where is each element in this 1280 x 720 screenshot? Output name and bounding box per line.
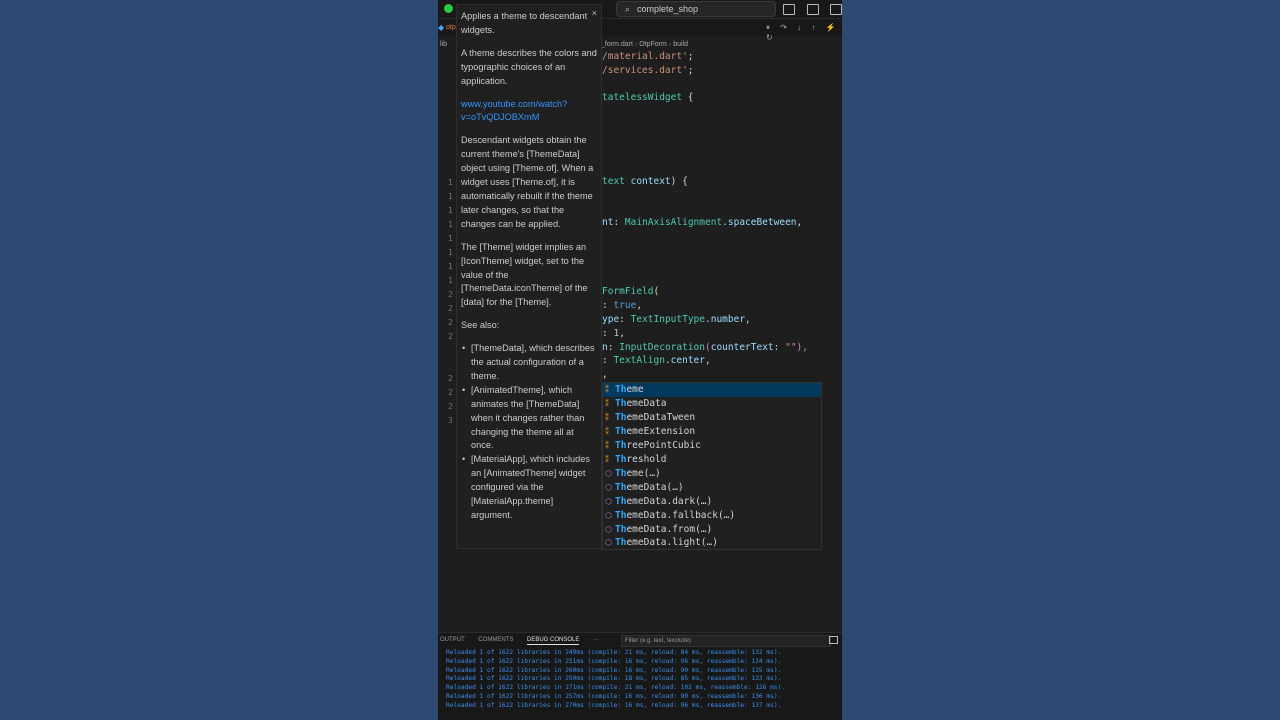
doc-paragraph: A theme describes the colors and typogra… <box>461 47 597 86</box>
line-number: 1 <box>448 220 453 229</box>
code-line: tatelessWidget { <box>602 92 694 103</box>
suggestion-item[interactable]: ⬡ ThemeData.from(…) <box>603 523 821 537</box>
breadcrumb-lib[interactable]: lib <box>440 41 447 48</box>
search-icon: ⌕ <box>625 4 631 14</box>
list-item: [AnimatedTheme], which animates the [The… <box>462 384 597 454</box>
method-icon: ⬡ <box>605 497 612 506</box>
code-line: /material.dart'; <box>602 51 694 62</box>
toggle-secondary-sidebar-icon[interactable] <box>830 4 842 15</box>
suggestion-item[interactable]: ⬡ ThemeData.dark(…) <box>603 495 821 509</box>
line-number: 1 <box>448 178 453 187</box>
class-icon: ⁑ <box>605 427 609 436</box>
log-line: Reloaded 1 of 1622 libraries in 250ms (c… <box>446 675 782 683</box>
layout-controls <box>776 2 842 15</box>
class-icon: ⁑ <box>605 455 609 464</box>
panel-more-icon[interactable]: ··· <box>593 637 599 643</box>
code-line: nt: MainAxisAlignment.spaceBetween, <box>602 217 803 228</box>
suggestion-item[interactable]: ⁑ Theme <box>603 383 821 397</box>
suggestion-item[interactable]: ⁑ ThemeDataTween <box>603 411 821 425</box>
doc-see-also-list: [ThemeData], which describes the actual … <box>461 342 597 523</box>
line-number: 3 <box>448 416 453 425</box>
vscode-window: ⌕ complete_shop ◆ otp ⏸ ↷ ↓ ↑ ⚡ ↻ lib _f… <box>438 0 842 720</box>
line-number: 1 <box>448 248 453 257</box>
window-zoom-button[interactable] <box>444 4 453 13</box>
method-icon: ⬡ <box>605 525 612 534</box>
log-line: Reloaded 1 of 1622 libraries in 257ms (c… <box>446 692 782 700</box>
workspace-name: complete_shop <box>637 4 699 14</box>
method-icon: ⬡ <box>605 538 612 547</box>
list-item: [MaterialApp], which includes an [Animat… <box>462 453 597 523</box>
method-icon: ⬡ <box>605 483 612 492</box>
panel-layout-icon[interactable] <box>829 636 838 644</box>
code-line: /services.dart'; <box>602 65 694 76</box>
class-icon: ⁑ <box>605 413 609 422</box>
line-number: 2 <box>448 374 453 383</box>
log-line: Reloaded 1 of 1622 libraries in 271ms (c… <box>446 684 785 692</box>
suggestion-item[interactable]: ⁑ ThemeData <box>603 397 821 411</box>
line-number: 1 <box>448 234 453 243</box>
code-line: ype: TextInputType.number, <box>602 314 751 325</box>
log-line: Reloaded 1 of 1622 libraries in 270ms (c… <box>446 701 782 709</box>
autocomplete-suggestions: ⁑ Theme ⁑ ThemeData ⁑ ThemeDataTween ⁑ Theme… <box>602 382 822 550</box>
breadcrumb-file[interactable]: _form.dart <box>601 41 633 48</box>
doc-paragraph: Applies a theme to descendant widgets. <box>461 11 588 35</box>
log-line: Reloaded 1 of 1622 libraries in 251ms (c… <box>446 657 782 665</box>
suggestion-item[interactable]: ⬡ ThemeData.fallback(…) <box>603 509 821 523</box>
code-line: text context) { <box>602 176 688 187</box>
breadcrumb-class[interactable]: OtpForm <box>639 41 667 48</box>
breadcrumb-method[interactable]: build <box>673 41 688 48</box>
log-line: Reloaded 1 of 1622 libraries in 260ms (c… <box>446 666 782 674</box>
suggestion-item[interactable]: ⬡ ThemeData.light(…) <box>603 536 821 550</box>
log-line: Reloaded 1 of 1622 libraries in 249ms (c… <box>446 649 782 656</box>
console-filter-input[interactable]: Filter (e.g. text, !exclude) <box>621 635 831 647</box>
line-number: 2 <box>448 318 453 327</box>
code-line: n: InputDecoration(counterText: ""), <box>602 342 808 353</box>
suggestion-item[interactable]: ⁑ Threshold <box>603 453 821 467</box>
suggestion-item[interactable]: ⬡ Theme(…) <box>603 467 821 481</box>
doc-see-also: See also: <box>461 320 500 331</box>
tab-output[interactable]: OUTPUT <box>440 637 465 643</box>
line-number: 2 <box>448 388 453 397</box>
documentation-hover: × Applies a theme to descendant widgets.… <box>456 4 602 549</box>
code-line: , <box>602 369 608 380</box>
line-number: 2 <box>448 332 453 341</box>
class-icon: ⁑ <box>605 399 609 408</box>
doc-link[interactable]: www.youtube.com/watch?v=oTvQDJOBXmM <box>461 98 597 126</box>
command-center-search[interactable]: ⌕ complete_shop <box>616 1 776 17</box>
line-number: 2 <box>448 304 453 313</box>
suggestion-item[interactable]: ⬡ ThemeData(…) <box>603 481 821 495</box>
toggle-sidebar-icon[interactable] <box>783 4 796 15</box>
code-editor[interactable]: /material.dart'; /services.dart'; tatele… <box>602 50 842 380</box>
doc-paragraph: Descendant widgets obtain the current th… <box>461 135 594 229</box>
line-number: 2 <box>448 402 453 411</box>
doc-paragraph: The [Theme] widget implies an [IconTheme… <box>461 241 588 308</box>
suggestion-item[interactable]: ⁑ ThreePointCubic <box>603 439 821 453</box>
line-number: 2 <box>448 290 453 299</box>
dart-file-icon: ◆ <box>438 23 445 32</box>
line-number: 1 <box>448 262 453 271</box>
debug-console-output: Reloaded 1 of 1622 libraries in 249ms (c… <box>446 649 785 711</box>
line-number: 1 <box>448 206 453 215</box>
code-line: FormField( <box>602 286 660 297</box>
class-icon: ⁑ <box>605 385 609 394</box>
class-icon: ⁑ <box>605 441 609 450</box>
panel-tabs: OUTPUT COMMENTS DEBUG CONSOLE ··· <box>440 637 611 645</box>
editor-tab-otp[interactable]: otp <box>446 24 456 31</box>
method-icon: ⬡ <box>605 469 612 478</box>
line-number: 1 <box>448 276 453 285</box>
line-number: 1 <box>448 192 453 201</box>
suggestion-item[interactable]: ⁑ ThemeExtension <box>603 425 821 439</box>
list-item: [ThemeData], which describes the actual … <box>462 342 597 384</box>
tab-debug-console[interactable]: DEBUG CONSOLE <box>527 637 580 645</box>
tab-comments[interactable]: COMMENTS <box>478 637 513 643</box>
toggle-panel-icon[interactable] <box>806 4 819 15</box>
code-line: : TextAlign.center, <box>602 355 711 366</box>
close-icon[interactable]: × <box>592 7 597 21</box>
code-line: : true, <box>602 300 643 311</box>
code-line: : 1, <box>602 328 625 339</box>
bottom-panel: OUTPUT COMMENTS DEBUG CONSOLE ··· Filter… <box>438 632 842 720</box>
method-icon: ⬡ <box>605 511 612 520</box>
